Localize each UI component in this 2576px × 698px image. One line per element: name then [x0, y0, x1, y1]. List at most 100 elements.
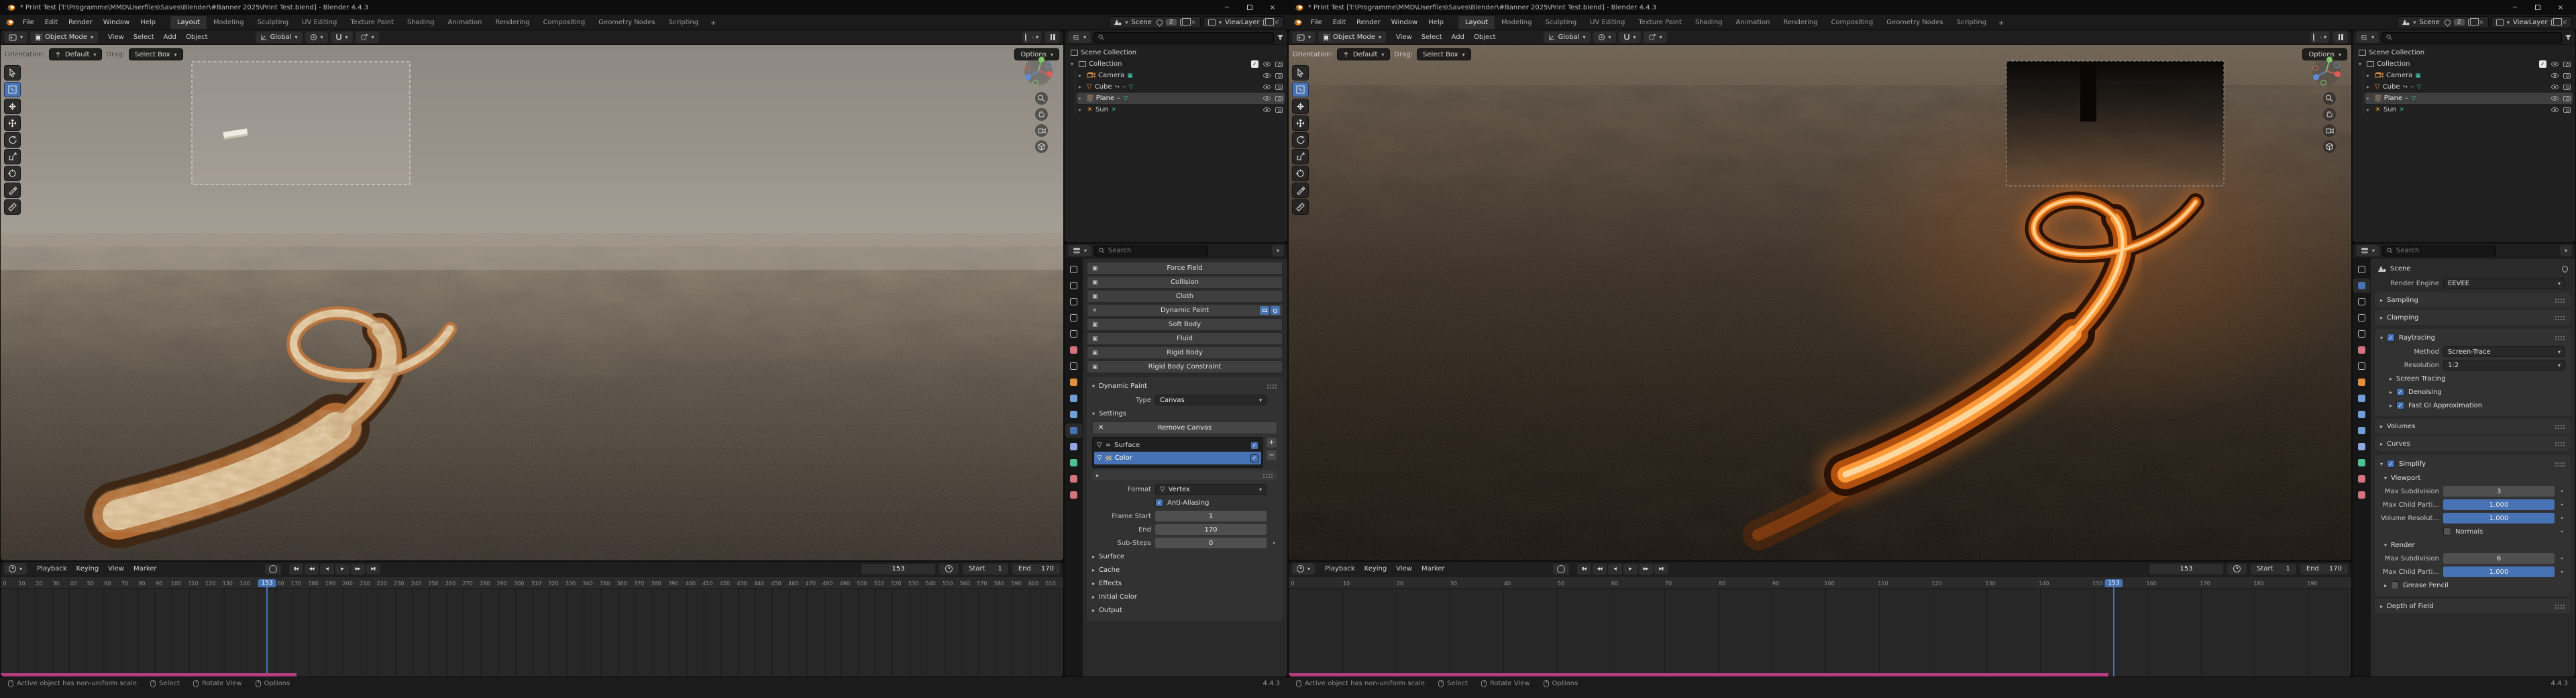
properties-tab-physics[interactable] [2353, 423, 2370, 438]
remove-viewlayer-icon[interactable]: × [2562, 19, 2567, 26]
outliner-row-scene-collection[interactable]: Scene Collection [2357, 47, 2573, 58]
use-preview-range-button[interactable] [2227, 564, 2247, 575]
tool-annotate[interactable] [1292, 183, 1309, 198]
timeline-body[interactable] [1, 589, 1063, 677]
close-button[interactable]: × [1263, 1, 1283, 13]
workspace-tab-texture-paint[interactable]: Texture Paint [1631, 16, 1688, 30]
scene-selector[interactable]: ▾ Scene 2 × [1109, 16, 1201, 28]
workspace-tab-modeling[interactable]: Modeling [207, 16, 251, 30]
jump-to-end-button[interactable]: ▶▮ [1654, 564, 1668, 575]
hide-viewport-icon[interactable] [1263, 107, 1271, 112]
volumes-panel[interactable]: ▸ Volumes [2375, 419, 2571, 434]
menu-window[interactable]: Window [1386, 17, 1423, 28]
properties-tab-modifiers[interactable] [1065, 391, 1082, 405]
chevron-right-icon[interactable]: ▸ [1079, 107, 1084, 113]
properties-tab-object-data[interactable] [2353, 456, 2370, 470]
workspace-tab-geometry-nodes[interactable]: Geometry Nodes [592, 16, 661, 30]
workspace-tab-layout[interactable]: Layout [1458, 16, 1495, 30]
settings-subpanel-header[interactable]: ▾ Settings [1087, 407, 1283, 420]
remove-canvas-button[interactable]: ✕ Remove Canvas [1092, 421, 1277, 434]
tool-select-box[interactable] [1292, 82, 1309, 97]
tool-scale[interactable] [4, 149, 21, 164]
disable-render-icon[interactable] [2563, 96, 2571, 101]
simplify-viewport-header[interactable]: ▾ Viewport [2375, 471, 2571, 485]
format-dropdown[interactable]: ▽ Vertex ▾ [1155, 484, 1267, 495]
animate-dot[interactable]: • [2559, 529, 2565, 535]
axis-y-handle[interactable] [2326, 56, 2332, 62]
viewport-toggle-perspective-button[interactable] [2323, 140, 2336, 153]
viewport-menu-select[interactable]: Select [1417, 32, 1447, 42]
viewlayer-selector[interactable]: ▾ ViewLayer × [1203, 16, 1284, 28]
physics-button-dynamic-paint[interactable]: ✕Dynamic Paint [1087, 304, 1283, 317]
properties-tab-constraints[interactable] [1065, 440, 1082, 454]
navigation-gizmo[interactable] [2311, 56, 2342, 87]
properties-tab-material[interactable] [1065, 472, 1082, 486]
shading-rendered-button[interactable] [2320, 37, 2322, 38]
tool-cursor-3d[interactable] [1292, 99, 1309, 114]
type-dropdown[interactable]: Canvas ▾ [1155, 395, 1267, 405]
drag-grip-icon[interactable] [1267, 384, 1277, 389]
viewport-3d-scene-left[interactable] [1, 45, 1063, 560]
timeline-menu-keying[interactable]: Keying [1360, 564, 1392, 574]
workspace-tab-modeling[interactable]: Modeling [1495, 16, 1539, 30]
hide-viewport-icon[interactable] [2551, 73, 2559, 78]
workspace-tab-uv-editing[interactable]: UV Editing [295, 16, 343, 30]
disable-render-icon[interactable] [1275, 96, 1283, 101]
snap-controls[interactable]: ▾ [331, 32, 353, 43]
physics-button-rigid-body-constraint[interactable]: ▣Rigid Body Constraint [1087, 360, 1283, 373]
hide-viewport-icon[interactable] [1263, 73, 1271, 78]
properties-tab-collection[interactable] [1065, 359, 1082, 373]
physics-button-soft-body[interactable]: ▣Soft Body [1087, 318, 1283, 331]
jump-to-start-button[interactable]: ▮◀ [289, 564, 303, 575]
chevron-right-icon[interactable]: ▸ [1079, 72, 1084, 79]
physics-button-fluid[interactable]: ▣Fluid [1087, 332, 1283, 345]
jump-to-start-button[interactable]: ▮◀ [1577, 564, 1591, 575]
workspace-tab-shading[interactable]: Shading [1688, 16, 1729, 30]
chevron-right-icon[interactable]: ▸ [2367, 107, 2372, 113]
properties-tab-output[interactable] [2353, 295, 2370, 309]
properties-tab-particles[interactable] [2353, 407, 2370, 421]
workspace-tab-scripting[interactable]: Scripting [1950, 16, 1993, 30]
workspace-tab-sculpting[interactable]: Sculpting [250, 16, 295, 30]
outliner-row-collection[interactable]: ▾Collection✓ [1069, 58, 1285, 70]
viewport-menu-add[interactable]: Add [1447, 32, 1469, 42]
pivot-dropdown[interactable]: ▾ [1593, 32, 1616, 43]
cube-object[interactable] [2080, 62, 2096, 121]
viewport-menu-view[interactable]: View [103, 32, 129, 42]
frame-end-field[interactable]: End 170 [1012, 564, 1060, 575]
tool-measure[interactable] [1292, 199, 1309, 215]
tool-move[interactable] [4, 115, 21, 131]
properties-tab-texture[interactable] [2353, 488, 2370, 502]
new-scene-icon[interactable] [1180, 19, 1187, 26]
current-frame-field[interactable]: 153 [861, 564, 935, 575]
value-field[interactable]: 1 [1155, 511, 1267, 521]
tool-select-box[interactable] [4, 82, 21, 97]
workspace-tab-uv-editing[interactable]: UV Editing [1583, 16, 1631, 30]
value-field[interactable]: 1.000 [2443, 499, 2555, 510]
tool-cursor-3d[interactable] [4, 99, 21, 114]
timeline-ruler[interactable]: 0102030405060708090100110120130140150160… [1289, 577, 2351, 589]
clamping-panel[interactable]: ▸ Clamping [2375, 310, 2571, 325]
workspace-tab-rendering[interactable]: Rendering [488, 16, 536, 30]
pivot-dropdown[interactable]: ▾ [305, 32, 328, 43]
properties-options-button[interactable]: ▾ [2560, 245, 2572, 256]
shading-wireframe-button[interactable] [1025, 34, 1026, 41]
subpanel-cache[interactable]: ▸Cache [1087, 563, 1283, 577]
raytracing-panel-header[interactable]: ▾ ✓ Raytracing [2375, 330, 2571, 345]
collection-checkbox[interactable]: ✓ [2539, 60, 2546, 68]
add-workspace-button[interactable]: + [1993, 17, 2009, 30]
disable-render-icon[interactable] [2563, 107, 2571, 113]
chevron-right-icon[interactable]: ▸ [1079, 84, 1084, 90]
hide-viewport-icon[interactable] [2551, 96, 2559, 101]
tool-tweak-select[interactable] [1292, 65, 1309, 81]
animate-dot[interactable]: • [2559, 502, 2565, 508]
raytracing-checkbox[interactable]: ✓ [2387, 334, 2395, 342]
chevron-down-icon[interactable]: ▾ [1071, 61, 1076, 67]
snap-controls[interactable]: ▾ [1619, 32, 1641, 43]
menu-window[interactable]: Window [98, 17, 135, 28]
properties-tab-physics[interactable] [1065, 423, 1082, 438]
camera-frame[interactable] [2006, 61, 2224, 186]
outliner-display-mode[interactable]: ▾ [2356, 32, 2379, 43]
properties-options-button[interactable]: ▾ [1272, 245, 1284, 256]
axis-x-handle[interactable] [1046, 71, 1053, 77]
